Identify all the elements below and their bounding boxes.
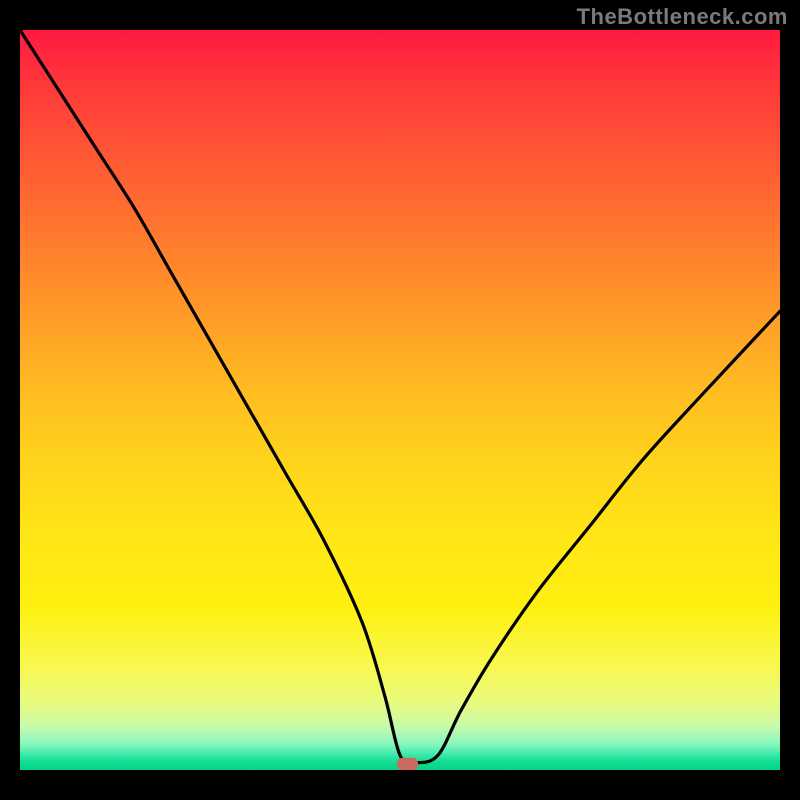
- attribution-text: TheBottleneck.com: [577, 4, 788, 30]
- optimum-marker: [398, 758, 418, 770]
- bottleneck-curve: [20, 30, 780, 763]
- plot-area: [20, 30, 780, 770]
- curve-layer: [20, 30, 780, 770]
- chart-frame: TheBottleneck.com: [0, 0, 800, 800]
